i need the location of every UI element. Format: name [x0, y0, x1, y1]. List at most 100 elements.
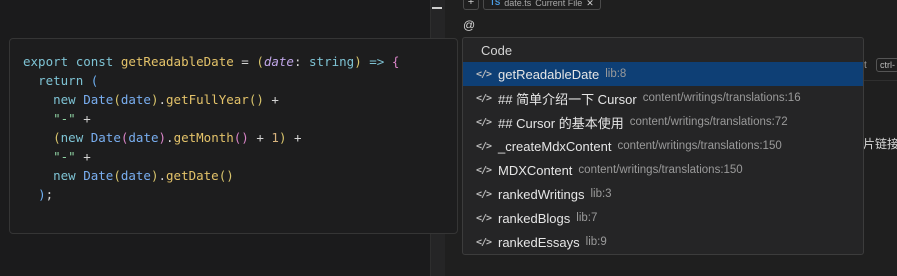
- code-token: new: [60, 130, 84, 145]
- dropdown-item[interactable]: </> ## 简单介绍一下 Cursor content/writings/tran…: [463, 86, 863, 110]
- dropdown-item-path: lib:9: [585, 236, 607, 248]
- dropdown-item[interactable]: </> ## Cursor 的基本使用 content/writings/trans…: [463, 110, 863, 134]
- composer-input[interactable]: @: [463, 18, 475, 32]
- code-token: ): [158, 130, 167, 145]
- dropdown-item[interactable]: </> getReadableDate lib:8: [463, 62, 863, 86]
- dropdown-section-header: Code: [481, 43, 513, 58]
- context-chips: + TS date.ts Current File ✕: [463, 0, 601, 10]
- code-token: "-": [53, 111, 76, 126]
- code-token: (: [53, 130, 61, 145]
- dropdown-item[interactable]: </> rankedBlogs lib:7: [463, 206, 863, 230]
- chip-tag: Current File: [535, 0, 583, 8]
- code-token: :: [293, 54, 310, 69]
- current-file-chip[interactable]: TS date.ts Current File ✕: [483, 0, 601, 10]
- dropdown-item-path: lib:3: [590, 188, 612, 200]
- code-token: .: [158, 168, 167, 183]
- code-token: (: [90, 73, 99, 88]
- code-token: Date: [90, 130, 121, 145]
- dropdown-item-label: rankedWritings: [498, 186, 585, 202]
- code-token: =: [233, 54, 257, 69]
- code-token: .: [166, 130, 174, 145]
- chip-filename: date.ts: [504, 0, 532, 8]
- code-token: date: [263, 54, 294, 69]
- code-symbol-icon: </>: [476, 68, 492, 80]
- code-token: const: [75, 54, 114, 69]
- dropdown-item-label: ## Cursor 的基本使用: [498, 115, 624, 131]
- code-line: export const getReadableDate = (date: st…: [23, 52, 399, 71]
- dropdown-item-label: MDXContent: [498, 162, 573, 178]
- dropdown-item[interactable]: </> rankedEssays lib:9: [463, 230, 863, 254]
- code-token: date: [120, 92, 151, 107]
- code-token: ): [150, 92, 159, 107]
- code-token: getReadableDate: [120, 54, 234, 69]
- keyboard-hint: ctrl-: [876, 58, 897, 72]
- code-token: (): [248, 92, 264, 107]
- code-token: getFullYear: [166, 92, 249, 107]
- code-preview-card: export const getReadableDate = (date: st…: [9, 38, 458, 234]
- code-token: new: [53, 168, 76, 183]
- code-symbol-icon: </>: [476, 188, 492, 200]
- dropdown-item[interactable]: </> _createMdxContent content/writings/tra…: [463, 134, 863, 158]
- code-token: +: [263, 92, 279, 107]
- dropdown-list: </> getReadableDate lib:8 </> ## 简单介绍一下 Curs…: [463, 62, 863, 254]
- code-token: 1: [271, 130, 279, 145]
- code-token: +: [75, 111, 91, 126]
- dropdown-item-path: content/writings/translations:72: [629, 116, 788, 128]
- code-token: .: [158, 92, 167, 107]
- close-icon[interactable]: ✕: [586, 0, 594, 8]
- dropdown-item-label: _createMdxContent: [498, 138, 612, 154]
- peek-text: t: [864, 60, 867, 71]
- code-token: getDate: [166, 168, 219, 183]
- code-token: export: [23, 54, 69, 69]
- dropdown-item-label: rankedBlogs: [498, 210, 571, 226]
- code-token: +: [248, 130, 272, 145]
- code-token: Date: [83, 168, 114, 183]
- code-token: ): [354, 54, 362, 69]
- code-token: date: [120, 168, 151, 183]
- code-block: export const getReadableDate = (date: st…: [23, 52, 399, 204]
- add-context-button[interactable]: +: [463, 0, 479, 10]
- peek-chinese-text: 片链接: [863, 137, 897, 151]
- dropdown-item-label: rankedEssays: [498, 234, 580, 250]
- dropdown-item-path: content/writings/translations:150: [617, 140, 782, 152]
- code-token: (: [256, 54, 264, 69]
- code-token: string: [309, 54, 355, 69]
- code-line: new Date(date).getFullYear() +: [23, 90, 399, 109]
- code-symbol-icon: </>: [476, 212, 492, 224]
- dropdown-item[interactable]: </> rankedWritings lib:3: [463, 182, 863, 206]
- code-token: getMonth: [173, 130, 234, 145]
- code-token: {: [391, 54, 400, 69]
- code-symbol-icon: </>: [476, 164, 492, 176]
- code-line: "-" +: [23, 147, 399, 166]
- code-line: new Date(date).getDate(): [23, 166, 399, 185]
- dropdown-item-path: content/writings/translations:150: [578, 164, 743, 176]
- dropdown-item-path: lib:7: [576, 212, 598, 224]
- code-token: return: [38, 73, 84, 88]
- dropdown-item[interactable]: </> MDXContent content/writings/translatio…: [463, 158, 863, 182]
- code-symbol-icon: </>: [476, 236, 492, 248]
- code-token: ): [150, 168, 159, 183]
- code-token: ): [38, 187, 46, 202]
- code-token: (): [233, 130, 249, 145]
- code-token: date: [128, 130, 159, 145]
- code-line: (new Date(date).getMonth() + 1) +: [23, 128, 399, 147]
- ts-file-icon: TS: [490, 0, 501, 7]
- code-line: return (: [23, 71, 399, 90]
- dropdown-item-label: getReadableDate: [498, 66, 600, 82]
- code-token: (): [218, 168, 234, 183]
- dropdown-item-label: ## 简单介绍一下 Cursor: [498, 91, 637, 107]
- code-token: ;: [45, 187, 54, 202]
- code-symbol-icon: </>: [476, 92, 492, 104]
- code-symbol-icon: </>: [476, 140, 492, 152]
